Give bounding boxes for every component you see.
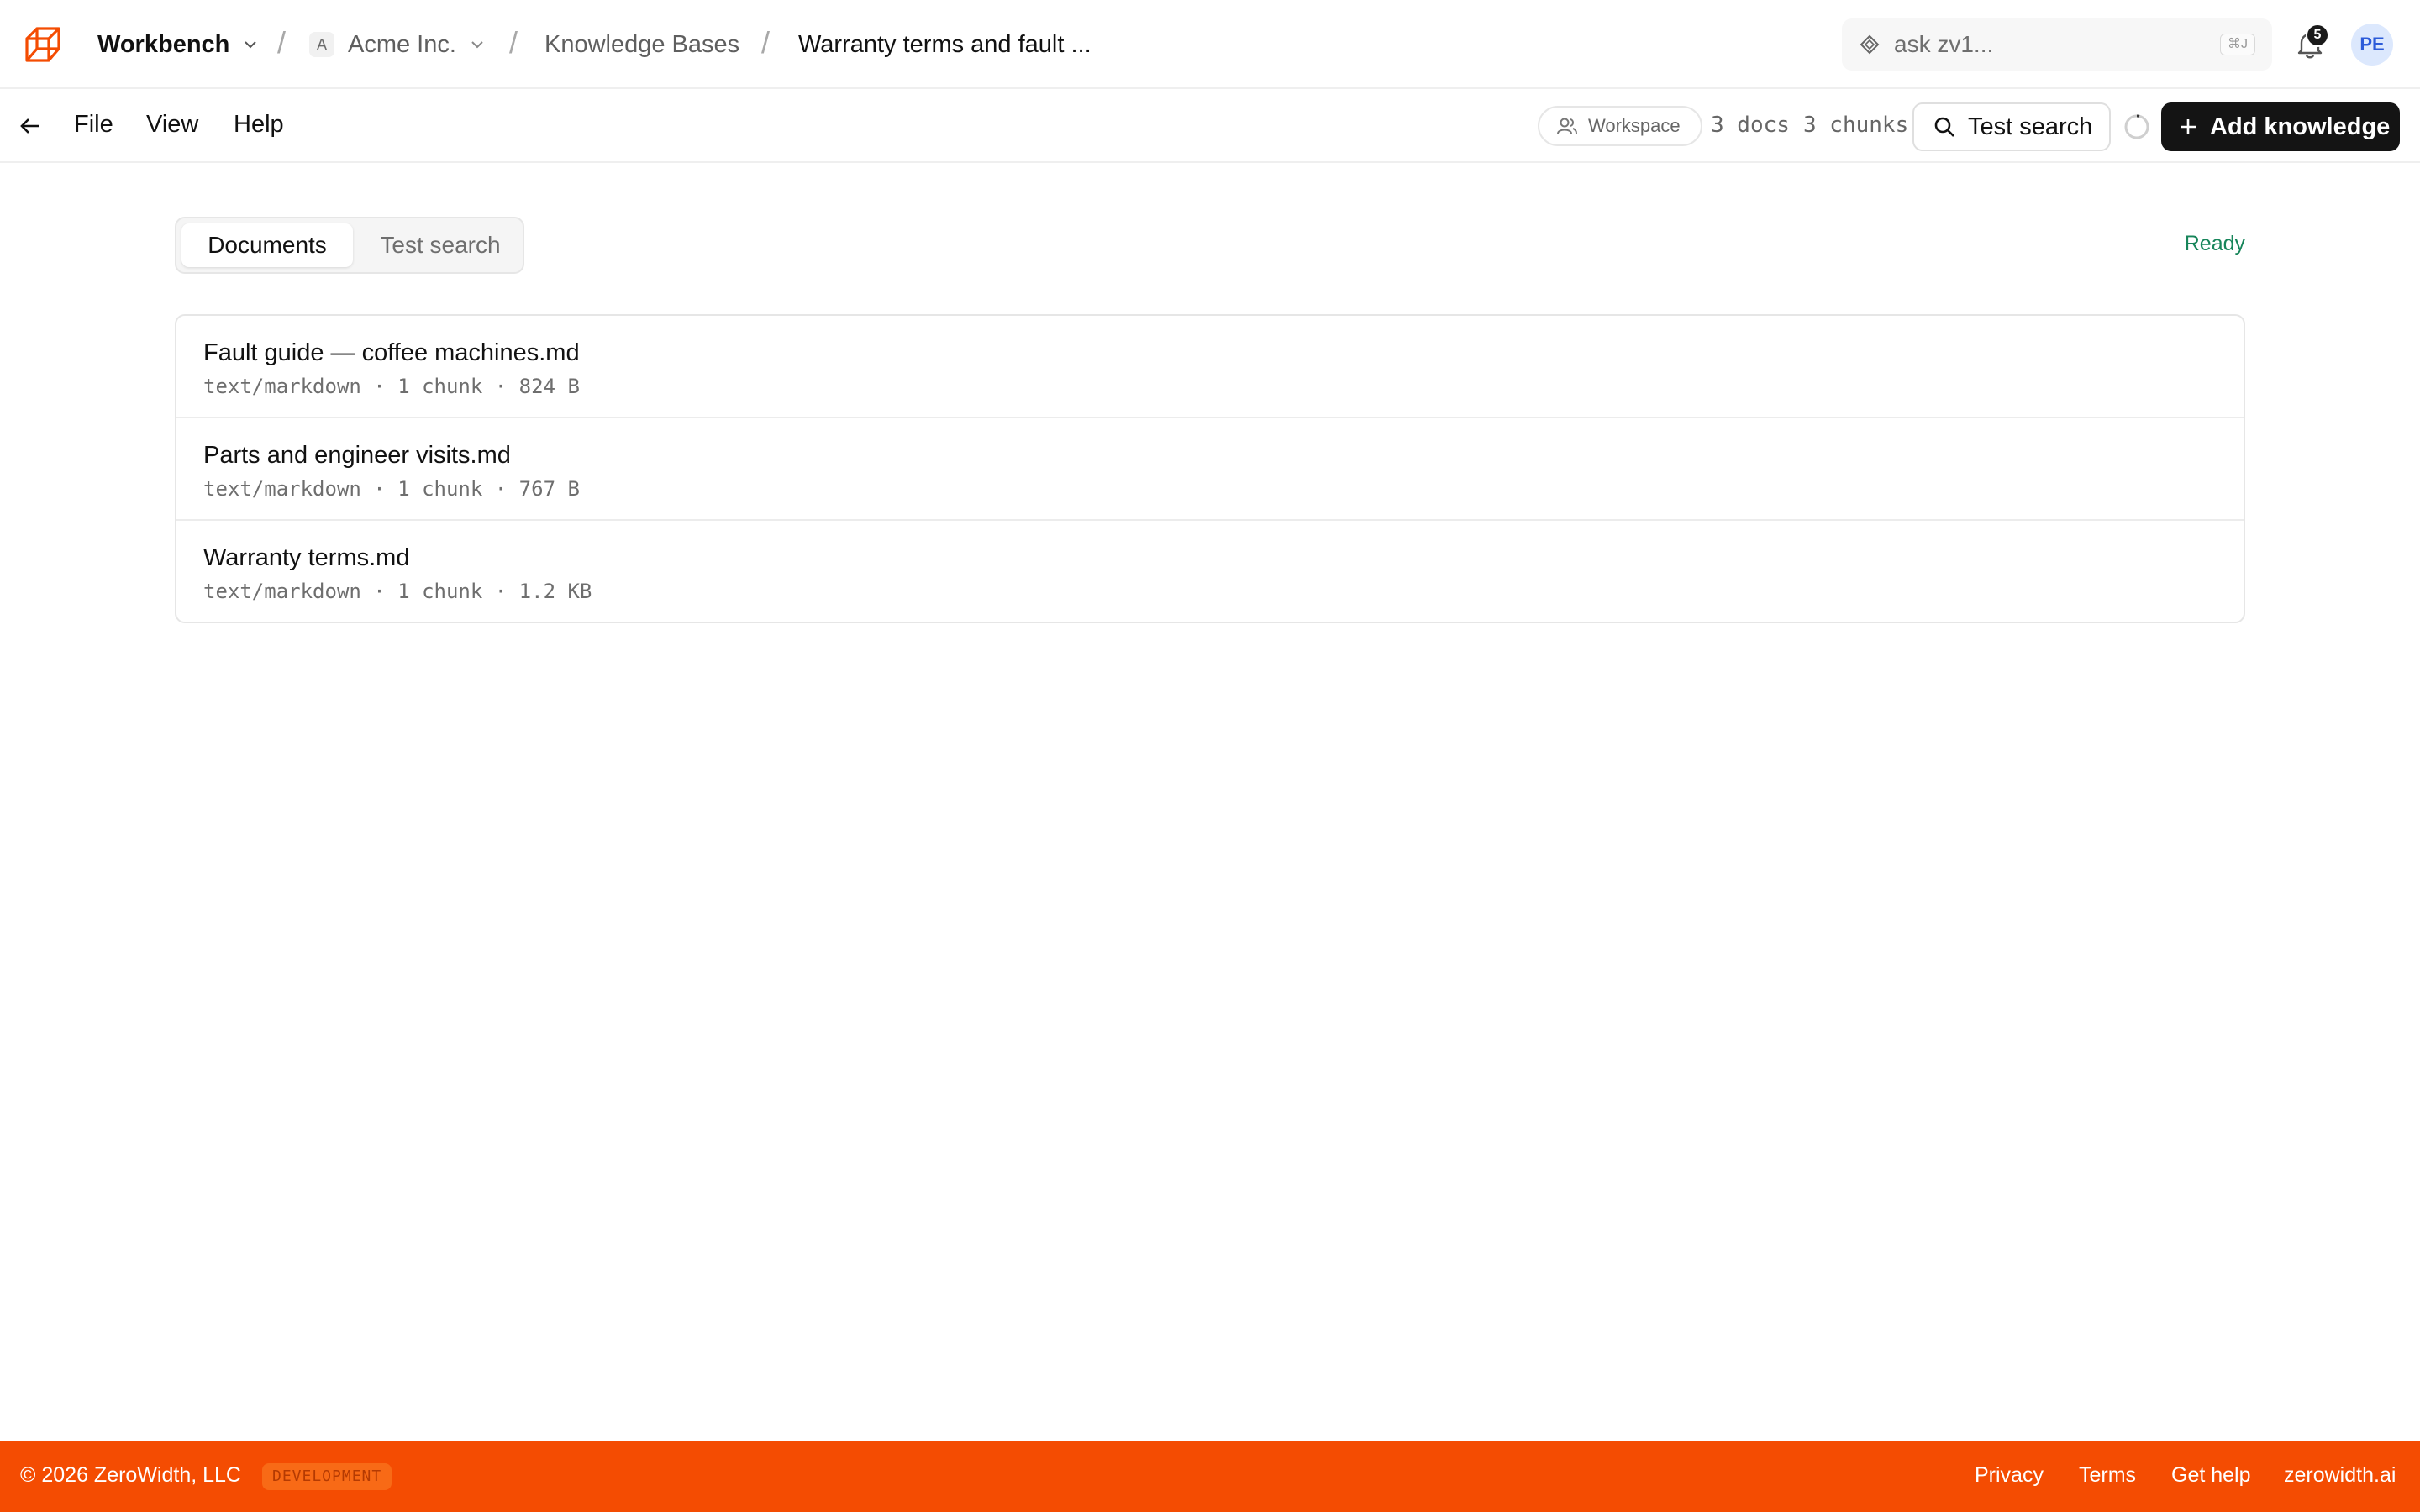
back-arrow-icon[interactable]	[17, 113, 44, 139]
chevron-down-icon	[245, 41, 257, 49]
breadcrumb-current: Warranty terms and fault ...	[798, 30, 1092, 58]
tab-test-search[interactable]: Test search	[361, 223, 519, 267]
list-item[interactable]: Fault guide — coffee machines.md text/ma…	[176, 316, 2244, 418]
plus-icon	[2181, 119, 2196, 134]
menu-view[interactable]: View	[146, 111, 198, 139]
document-meta: text/markdown · 1 chunk · 767 B	[203, 477, 580, 501]
footer-link-get-help[interactable]: Get help	[2171, 1463, 2251, 1488]
footer-link-terms[interactable]: Terms	[2079, 1463, 2136, 1488]
org-name: Acme Inc.	[348, 30, 456, 58]
document-title: Warranty terms.md	[203, 544, 410, 571]
add-knowledge-button[interactable]: Add knowledge	[2161, 102, 2400, 151]
chunks-count: 3 chunks	[1803, 113, 1909, 138]
environment-badge: DEVELOPMENT	[262, 1463, 392, 1490]
document-title: Fault guide — coffee machines.md	[203, 339, 580, 366]
breadcrumb-knowledge-bases[interactable]: Knowledge Bases	[544, 0, 739, 89]
view-tabs: Documents Test search	[175, 217, 524, 274]
test-search-button[interactable]: Test search	[1912, 102, 2111, 151]
app-switcher[interactable]: Workbench	[97, 0, 260, 89]
zerowidth-logo-icon[interactable]	[22, 24, 64, 66]
top-bar: Workbench / A Acme Inc. / Knowledge Base…	[0, 0, 2420, 89]
list-item[interactable]: Warranty terms.md text/markdown · 1 chun…	[176, 521, 2244, 622]
users-icon	[1557, 118, 1577, 134]
user-avatar[interactable]: PE	[2351, 24, 2393, 66]
search-icon	[1934, 117, 1954, 137]
document-title: Parts and engineer visits.md	[203, 442, 511, 469]
status-badge: Ready	[2184, 232, 2245, 255]
loading-spinner-icon	[2124, 114, 2149, 139]
tab-documents[interactable]: Documents	[182, 223, 353, 267]
test-search-label: Test search	[1968, 113, 2093, 140]
visibility-label: Workspace	[1588, 115, 1681, 136]
visibility-pill[interactable]: Workspace	[1538, 106, 1702, 146]
footer: © 2026 ZeroWidth, LLC DEVELOPMENT Privac…	[0, 1441, 2420, 1512]
ask-search-input[interactable]	[1892, 30, 2195, 59]
app-switcher-label: Workbench	[97, 30, 230, 58]
menu-bar: File View Help Workspace 3 docs 3 chunks…	[0, 89, 2420, 163]
ask-search-box[interactable]: ⌘J	[1842, 18, 2272, 71]
docs-count: 3 docs	[1711, 113, 1790, 138]
breadcrumb-separator: /	[761, 25, 771, 60]
breadcrumb-separator: /	[277, 25, 287, 60]
sparkle-diamond-icon	[1860, 34, 1880, 55]
menu-file[interactable]: File	[74, 111, 113, 139]
footer-link-privacy[interactable]: Privacy	[1975, 1463, 2044, 1488]
document-list: Fault guide — coffee machines.md text/ma…	[175, 314, 2245, 623]
keyboard-shortcut-hint: ⌘J	[2220, 34, 2255, 55]
org-switcher[interactable]: A Acme Inc.	[309, 0, 487, 89]
chevron-down-icon	[471, 41, 483, 49]
org-badge: A	[309, 32, 334, 57]
copyright-text: © 2026 ZeroWidth, LLC	[20, 1463, 241, 1487]
add-knowledge-label: Add knowledge	[2210, 113, 2391, 140]
menu-help[interactable]: Help	[234, 111, 284, 139]
document-meta: text/markdown · 1 chunk · 824 B	[203, 375, 580, 398]
list-item[interactable]: Parts and engineer visits.md text/markdo…	[176, 418, 2244, 521]
document-meta: text/markdown · 1 chunk · 1.2 KB	[203, 580, 592, 603]
footer-link-zerowidth[interactable]: zerowidth.ai	[2284, 1463, 2396, 1488]
breadcrumb-separator: /	[509, 25, 518, 60]
notification-count-badge: 5	[2306, 24, 2329, 47]
